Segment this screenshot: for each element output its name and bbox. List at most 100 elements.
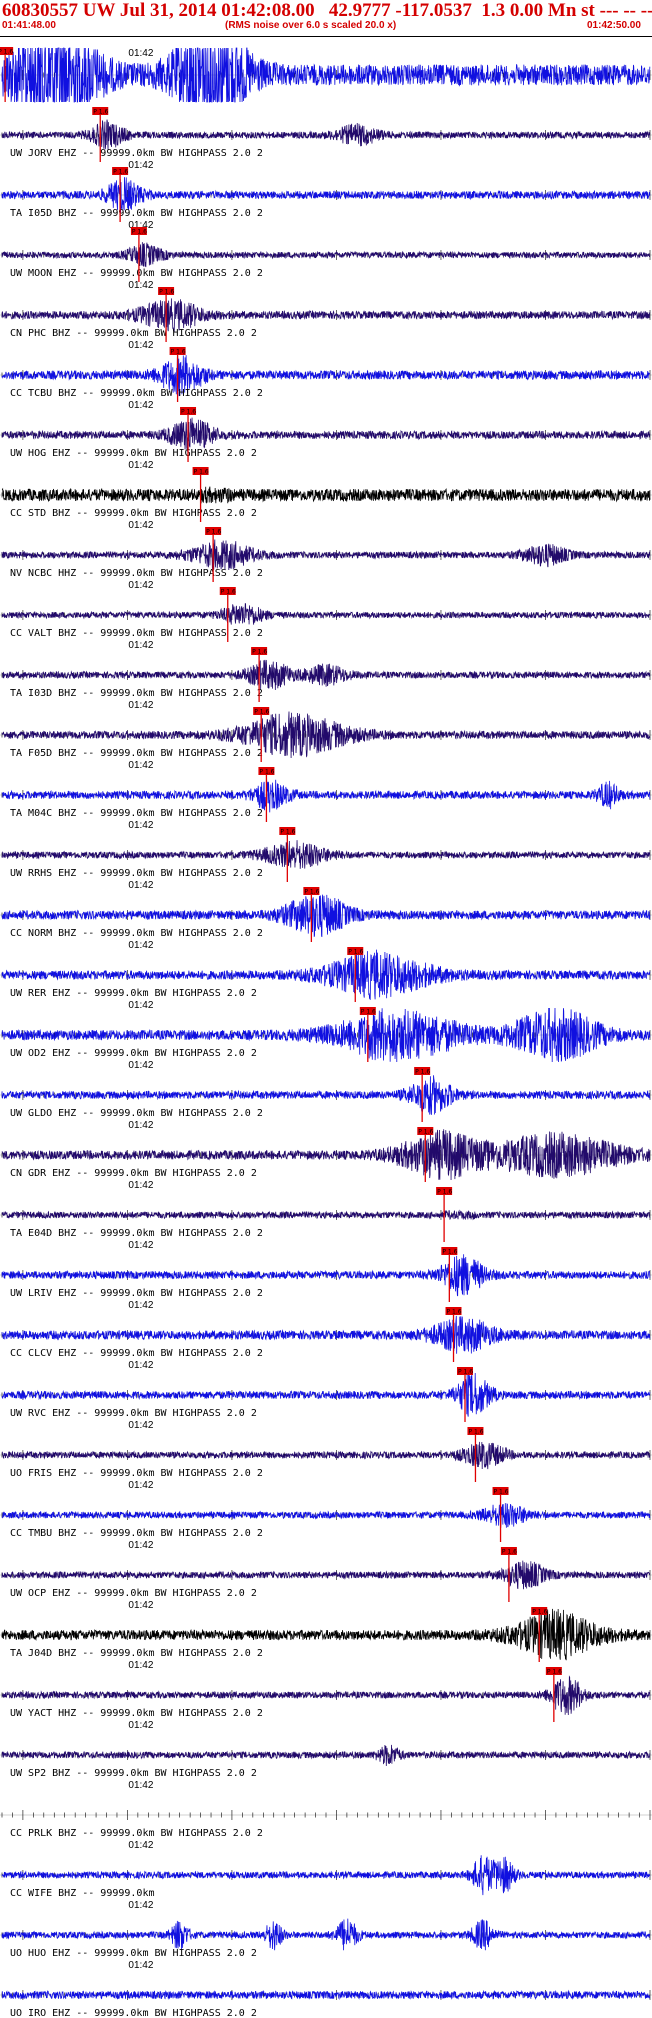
minute-label: 01:42 [128, 1900, 153, 1911]
minute-label: 01:42 [128, 1600, 153, 1611]
minute-label: 01:42 [128, 1000, 153, 1011]
minute-label: 01:42 [128, 1480, 153, 1491]
station-label: CC TCBU BHZ -- 99999.0km BW HIGHPASS 2.0… [10, 388, 263, 399]
minute-label: 01:42 [128, 700, 153, 711]
waveform [1, 1503, 651, 1529]
minute-label: 01:42 [128, 400, 153, 411]
station-label: CC CLCV EHZ -- 99999.0km BW HIGHPASS 2.0… [10, 1348, 263, 1359]
pick-label: P 1.6 [132, 229, 147, 236]
trace-31: UO HUO EHZ -- 99999.0km BW HIGHPASS 2.0 … [0, 1918, 652, 1971]
event-header: 60830557 UW Jul 31, 2014 01:42:08.00 42.… [0, 0, 652, 37]
station-label: CC VALT BHZ -- 99999.0km BW HIGHPASS 2.0… [10, 628, 263, 639]
station-label: UW MOON EHZ -- 99999.0km BW HIGHPASS 2.0… [10, 268, 263, 279]
pick-label: P 1.6 [468, 1429, 483, 1436]
pick-label: P 1.6 [221, 589, 236, 596]
trace-17: UW GLDO EHZ -- 99999.0km BW HIGHPASS 2.0… [0, 1067, 652, 1131]
station-label: UW HOG EHZ -- 99999.0km BW HIGHPASS 2.0 … [10, 448, 257, 459]
minute-label: 01:42 [128, 1840, 153, 1851]
pick-label: P 1.6 [532, 1609, 547, 1616]
trace-12: TA M04C BHZ -- 99999.0km BW HIGHPASS 2.0… [0, 767, 652, 831]
station-label: UW GLDO EHZ -- 99999.0km BW HIGHPASS 2.0… [10, 1108, 263, 1119]
minute-label: 01:42 [128, 880, 153, 891]
trace-15: UW RER EHZ -- 99999.0km BW HIGHPASS 2.0 … [0, 947, 652, 1011]
station-label: UW RRHS EHZ -- 99999.0km BW HIGHPASS 2.0… [10, 868, 263, 879]
minute-label: 01:42 [128, 820, 153, 831]
trace-4: CN PHC BHZ -- 99999.0km BW HIGHPASS 2.0 … [0, 287, 652, 351]
scale-note: (RMS noise over 6.0 s scaled 20.0 x) [225, 20, 397, 31]
waveform [1, 1744, 651, 1766]
seismogram-plot: 01:42 P 1.6 UW JORV EHZ -- 99999.0km BW HI… [0, 47, 652, 2018]
pick-label: P 1.6 [194, 469, 209, 476]
minute-label: 01:42 [128, 1720, 153, 1731]
trace-19: TA E04D BHZ -- 99999.0km BW HIGHPASS 2.0… [0, 1187, 652, 1251]
pick-label: P 1.6 [502, 1549, 517, 1556]
trace-30: CC WIFE BHZ -- 99999.0km01:42 [0, 1855, 652, 1911]
trace-20: UW LRIV EHZ -- 99999.0km BW HIGHPASS 2.0… [0, 1247, 652, 1311]
station-label: UW RER EHZ -- 99999.0km BW HIGHPASS 2.0 … [10, 988, 257, 999]
minute-label: 01:42 [128, 1540, 153, 1551]
trace-5: CC TCBU BHZ -- 99999.0km BW HIGHPASS 2.0… [0, 347, 652, 411]
station-label: TA I05D BHZ -- 99999.0km BW HIGHPASS 2.0… [10, 208, 263, 219]
waveform [1, 1560, 651, 1590]
pick-label: P 1.6 [442, 1249, 457, 1256]
pick-label: P 1.6 [304, 889, 319, 896]
trace-2: TA I05D BHZ -- 99999.0km BW HIGHPASS 2.0… [0, 167, 652, 231]
station-label: UW LRIV EHZ -- 99999.0km BW HIGHPASS 2.0… [10, 1288, 263, 1299]
pick-label: P 1.6 [93, 109, 108, 116]
pick-label: P 1.6 [458, 1369, 473, 1376]
trace-3: UW MOON EHZ -- 99999.0km BW HIGHPASS 2.0… [0, 227, 652, 291]
trace-6: UW HOG EHZ -- 99999.0km BW HIGHPASS 2.0 … [0, 407, 652, 471]
pick-label: P 1.6 [181, 409, 196, 416]
minute-label: 01:42 [128, 1060, 153, 1071]
waveform [1, 840, 651, 869]
minute-label: 01:42 [128, 1180, 153, 1191]
minute-label: 01:42 [128, 1120, 153, 1131]
trace-0: 01:42 P 1.6 [0, 47, 652, 103]
station-label: TA I03D BHZ -- 99999.0km BW HIGHPASS 2.0… [10, 688, 263, 699]
minute-label: 01:42 [128, 1420, 153, 1431]
station-label: TA J04D BHZ -- 99999.0km BW HIGHPASS 2.0… [10, 1648, 263, 1659]
trace-14: CC NORM BHZ -- 99999.0km BW HIGHPASS 2.0… [0, 887, 652, 951]
pick-label: P 1.6 [259, 769, 274, 776]
pick-label: P 1.6 [437, 1189, 452, 1196]
pick-label: P 1.6 [206, 529, 221, 536]
minute-label: 01:42 [128, 1300, 153, 1311]
pick-label: P 1.6 [280, 829, 295, 836]
trace-7: CC STD BHZ -- 99999.0km BW HIGHPASS 2.0 … [0, 467, 652, 531]
trace-32: UO IRO EHZ -- 99999.0km BW HIGHPASS 2.0 … [0, 1989, 652, 2018]
station-label: CN PHC BHZ -- 99999.0km BW HIGHPASS 2.0 … [10, 328, 257, 339]
trace-26: TA J04D BHZ -- 99999.0km BW HIGHPASS 2.0… [0, 1607, 652, 1671]
station-label: TA E04D BHZ -- 99999.0km BW HIGHPASS 2.0… [10, 1228, 263, 1239]
trace-23: UO FRIS EHZ -- 99999.0km BW HIGHPASS 2.0… [0, 1427, 652, 1491]
station-label: UW JORV EHZ -- 99999.0km BW HIGHPASS 2.0… [10, 148, 263, 159]
minute-label: 01:42 [128, 1780, 153, 1791]
minute-label: 01:42 [128, 1960, 153, 1971]
trace-11: TA F05D BHZ -- 99999.0km BW HIGHPASS 2.0… [0, 707, 652, 771]
station-label: CC STD BHZ -- 99999.0km BW HIGHPASS 2.0 … [10, 508, 257, 519]
pick-label: P 1.6 [348, 949, 363, 956]
trace-21: CC CLCV EHZ -- 99999.0km BW HIGHPASS 2.0… [0, 1307, 652, 1371]
station-label: UW OCP EHZ -- 99999.0km BW HIGHPASS 2.0 … [10, 1588, 257, 1599]
minute-label: 01:42 [128, 1660, 153, 1671]
station-label: UO FRIS EHZ -- 99999.0km BW HIGHPASS 2.0… [10, 1468, 263, 1479]
minute-label: 01:42 [128, 580, 153, 591]
pick-label: P 1.6 [159, 289, 174, 296]
waveform [1, 1989, 651, 2001]
station-label: CN GDR EHZ -- 99999.0km BW HIGHPASS 2.0 … [10, 1168, 257, 1179]
minute-label: 01:42 [128, 280, 153, 291]
minute-label: 01:42 [128, 520, 153, 531]
pick-label: P 1.6 [494, 1489, 509, 1496]
trace-29: CC PRLK BHZ -- 99999.0km BW HIGHPASS 2.0… [0, 1810, 652, 1851]
minute-label: 01:42 [128, 48, 153, 59]
station-label: CC NORM BHZ -- 99999.0km BW HIGHPASS 2.0… [10, 928, 263, 939]
waveform [1, 417, 651, 452]
trace-10: TA I03D BHZ -- 99999.0km BW HIGHPASS 2.0… [0, 647, 652, 711]
minute-label: 01:42 [128, 340, 153, 351]
trace-28: UW SP2 BHZ -- 99999.0km BW HIGHPASS 2.0 … [0, 1744, 652, 1791]
pick-label: P 1.6 [171, 349, 186, 356]
pick-label: P 1.6 [254, 709, 269, 716]
station-label: UO HUO EHZ -- 99999.0km BW HIGHPASS 2.0 … [10, 1948, 257, 1959]
station-label: CC PRLK BHZ -- 99999.0km BW HIGHPASS 2.0… [10, 1828, 263, 1839]
trace-1: UW JORV EHZ -- 99999.0km BW HIGHPASS 2.0… [0, 107, 652, 171]
pick-label: P 1.6 [113, 169, 128, 176]
